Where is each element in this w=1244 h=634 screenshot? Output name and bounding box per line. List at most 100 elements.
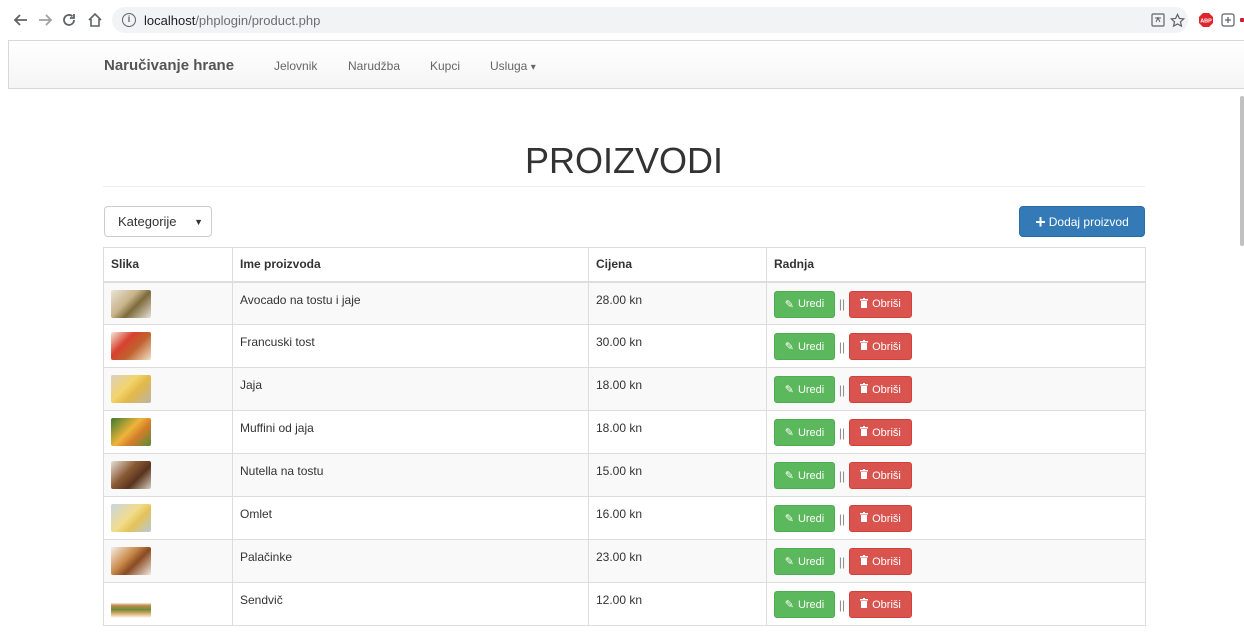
product-price: 28.00 kn xyxy=(588,281,767,325)
table-header-row: Slika Ime proizvoda Cijena Radnja xyxy=(103,247,1146,283)
pencil-icon: ✎ xyxy=(784,298,794,311)
delete-label: Obriši xyxy=(872,469,901,482)
scrollbar-thumb[interactable] xyxy=(1240,96,1244,246)
product-price: 16.00 kn xyxy=(588,496,767,540)
edit-label: Uredi xyxy=(797,340,825,353)
edit-button[interactable]: ✎ Uredi xyxy=(774,505,835,532)
edit-button[interactable]: ✎ Uredi xyxy=(774,419,835,446)
edit-button[interactable]: ✎ Uredi xyxy=(774,290,835,318)
nav-dropdown-usluga[interactable]: Usluga ▾ xyxy=(490,59,536,73)
nav-dropdown-label: Usluga xyxy=(490,59,528,73)
table-row: Sendvič 12.00 kn ✎ Uredi || Obriši xyxy=(103,582,1146,626)
trash-icon xyxy=(860,555,869,568)
image-cell xyxy=(103,367,233,411)
edit-button[interactable]: ✎ Uredi xyxy=(774,591,835,618)
page-title: PROIZVODI xyxy=(524,140,724,181)
url-host: localhost xyxy=(144,12,196,28)
chevron-down-icon: ▾ xyxy=(530,62,536,73)
delete-button[interactable]: Obriši xyxy=(849,462,912,489)
image-cell xyxy=(103,539,233,583)
action-cell: ✎ Uredi || Obriši xyxy=(766,367,1146,411)
edit-label: Uredi xyxy=(797,512,825,525)
edit-label: Uredi xyxy=(797,426,825,439)
product-price: 18.00 kn xyxy=(588,367,767,411)
action-cell: ✎ Uredi || Obriši xyxy=(766,324,1146,368)
table-row: Nutella na tostu 15.00 kn ✎ Uredi || Obriši xyxy=(103,453,1146,497)
delete-label: Obriši xyxy=(872,340,901,353)
image-cell xyxy=(103,582,233,626)
action-cell: ✎ Uredi || Obriši xyxy=(766,496,1146,540)
action-cell: ✎ Uredi || Obriši xyxy=(766,453,1146,497)
product-thumbnail xyxy=(111,547,151,575)
nav-link-jelovnik[interactable]: Jelovnik xyxy=(274,59,317,73)
row-actions: ✎ Uredi || Obriši xyxy=(774,591,1138,618)
action-separator: || xyxy=(838,297,846,311)
add-product-button[interactable]: + Dodaj proizvod xyxy=(1019,206,1145,237)
action-cell: ✎ Uredi || Obriši xyxy=(766,410,1146,454)
nav-link-narudzba[interactable]: Narudžba xyxy=(348,59,400,73)
edit-button[interactable]: ✎ Uredi xyxy=(774,333,835,360)
table-row: Francuski tost 30.00 kn ✎ Uredi || Obriši xyxy=(103,324,1146,368)
column-header-image: Slika xyxy=(103,247,233,283)
forward-arrow-icon[interactable] xyxy=(34,9,56,31)
edit-label: Uredi xyxy=(797,598,825,611)
browser-toolbar: i localhost/phplogin/product.php ABP xyxy=(0,0,1244,40)
table-row: Jaja 18.00 kn ✎ Uredi || Obriši xyxy=(103,367,1146,411)
table-row: Avocado na tostu i jaje 28.00 kn ✎ Uredi || O… xyxy=(103,281,1146,325)
delete-button[interactable]: Obriši xyxy=(849,548,912,575)
address-bar[interactable]: i localhost/phplogin/product.php xyxy=(112,7,1188,33)
product-thumbnail xyxy=(111,418,151,446)
trash-icon xyxy=(860,340,869,353)
extension-plus-icon[interactable] xyxy=(1220,11,1236,29)
product-name: Avocado na tostu i jaje xyxy=(232,281,589,325)
pencil-icon: ✎ xyxy=(784,427,794,439)
column-header-price: Cijena xyxy=(588,247,767,283)
image-cell xyxy=(103,410,233,454)
delete-label: Obriši xyxy=(872,598,901,611)
action-separator: || xyxy=(838,468,846,483)
delete-button[interactable]: Obriši xyxy=(849,591,912,618)
reload-icon[interactable] xyxy=(58,9,80,31)
image-cell xyxy=(103,324,233,368)
extension-media-icon[interactable] xyxy=(1240,11,1244,29)
chevron-down-icon: ▼ xyxy=(194,217,203,227)
pencil-icon: ✎ xyxy=(784,470,794,482)
pencil-icon: ✎ xyxy=(784,513,794,525)
delete-button[interactable]: Obriši xyxy=(849,290,912,318)
edit-button[interactable]: ✎ Uredi xyxy=(774,376,835,403)
image-cell xyxy=(103,453,233,497)
info-icon[interactable]: i xyxy=(122,13,136,27)
delete-button[interactable]: Obriši xyxy=(849,505,912,532)
nav-link-kupci[interactable]: Kupci xyxy=(430,59,460,73)
home-icon[interactable] xyxy=(84,9,106,31)
pencil-icon: ✎ xyxy=(784,556,794,568)
trash-icon xyxy=(860,426,869,439)
translate-icon[interactable] xyxy=(1150,11,1166,29)
product-name: Nutella na tostu xyxy=(232,453,589,497)
delete-button[interactable]: Obriši xyxy=(849,376,912,403)
edit-label: Uredi xyxy=(797,555,825,568)
product-price: 15.00 kn xyxy=(588,453,767,497)
category-select[interactable]: Kategorije ▼ xyxy=(104,206,212,237)
product-price: 30.00 kn xyxy=(588,324,767,368)
adblock-icon[interactable]: ABP xyxy=(1198,11,1214,29)
delete-button[interactable]: Obriši xyxy=(849,419,912,446)
category-select-value: Kategorije xyxy=(118,214,177,229)
trash-icon xyxy=(860,512,869,525)
brand-title[interactable]: Naručivanje hrane xyxy=(104,57,234,74)
products-table: Slika Ime proizvoda Cijena Radnja Avocad… xyxy=(103,247,1146,626)
row-actions: ✎ Uredi || Obriši xyxy=(774,333,1138,360)
row-actions: ✎ Uredi || Obriši xyxy=(774,419,1138,446)
edit-button[interactable]: ✎ Uredi xyxy=(774,548,835,575)
pencil-icon: ✎ xyxy=(784,599,794,611)
product-thumbnail xyxy=(111,289,151,318)
trash-icon xyxy=(860,598,869,611)
page-scrollbar[interactable] xyxy=(1240,40,1244,634)
bookmark-star-icon[interactable] xyxy=(1168,11,1186,29)
delete-button[interactable]: Obriši xyxy=(849,333,912,360)
table-row: Palačinke 23.00 kn ✎ Uredi || Obriši xyxy=(103,539,1146,583)
product-thumbnail xyxy=(111,590,151,618)
edit-button[interactable]: ✎ Uredi xyxy=(774,462,835,489)
back-arrow-icon[interactable] xyxy=(10,9,32,31)
title-divider xyxy=(103,186,1145,187)
